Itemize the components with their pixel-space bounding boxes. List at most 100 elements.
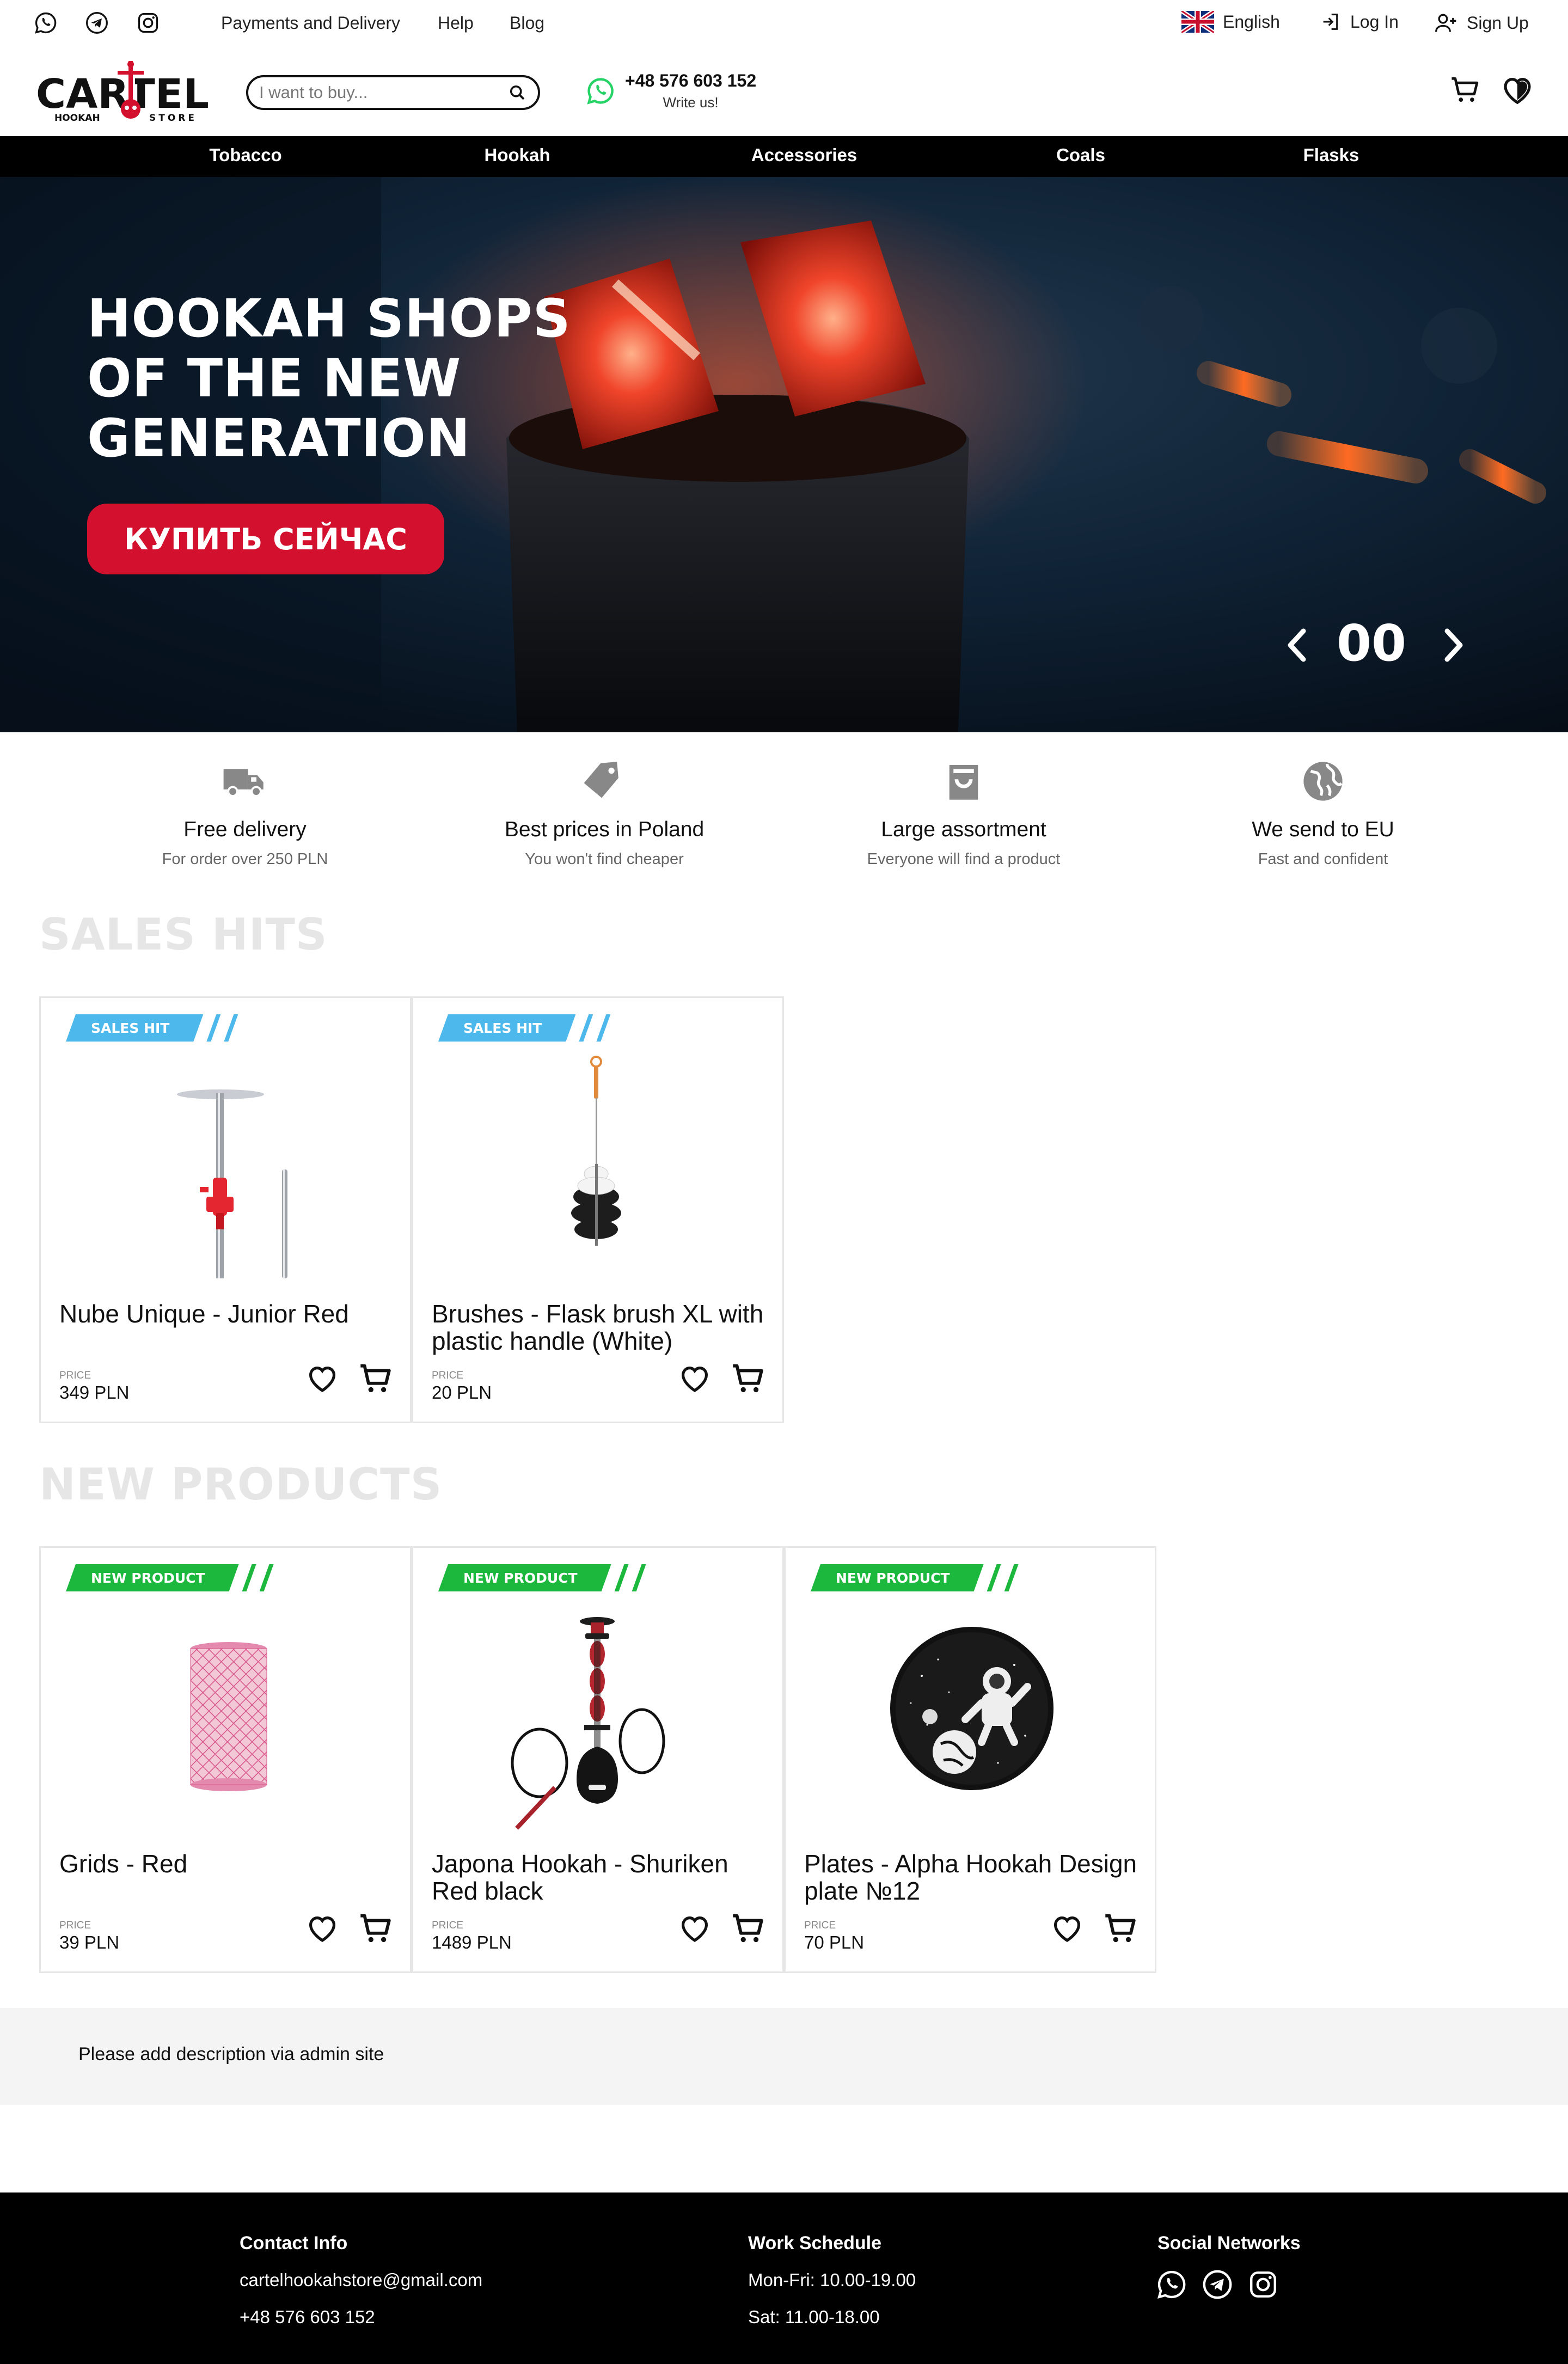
new-products-title: NEW PRODUCTS: [39, 1459, 443, 1510]
badge-stripe: [259, 1564, 274, 1591]
hero-title-line-1: HOOKAH SHOPS: [87, 288, 571, 349]
feature-title: Free delivery: [183, 818, 307, 841]
product-name[interactable]: Japona Hookah - Shuriken Red black: [432, 1850, 769, 1904]
add-to-cart-icon[interactable]: [729, 1359, 767, 1398]
main-nav: Tobacco Hookah Accessories Coals Flasks: [0, 136, 1568, 177]
price-tag-icon: [584, 762, 618, 798]
product-card[interactable]: SALES HIT Brushes - Flask brush XL with …: [412, 996, 784, 1423]
feature-subtitle: Everyone will find a product: [867, 850, 1061, 868]
badge-label: SALES HIT: [66, 1014, 203, 1042]
cart-icon[interactable]: [1448, 73, 1482, 107]
badge-stripe: [596, 1014, 611, 1042]
nav-item-accessories[interactable]: Accessories: [751, 145, 857, 166]
chevron-left-icon[interactable]: [1281, 623, 1313, 667]
nav-item-coals[interactable]: Coals: [1056, 145, 1105, 166]
new-product-badge: NEW PRODUCT: [438, 1564, 646, 1591]
add-to-cart-icon[interactable]: [357, 1359, 395, 1398]
add-to-favorites-heart-icon[interactable]: [305, 1912, 339, 1945]
whatsapp-icon[interactable]: [34, 11, 58, 35]
telegram-icon[interactable]: [1202, 2269, 1233, 2300]
favorites-heart-icon[interactable]: [1500, 73, 1534, 107]
login-label: Log In: [1350, 11, 1399, 32]
flask-brush-image: [571, 1056, 621, 1246]
product-name[interactable]: Brushes - Flask brush XL with plastic ha…: [432, 1300, 769, 1355]
add-to-favorites-heart-icon[interactable]: [1050, 1912, 1084, 1945]
uk-flag-icon: [1181, 11, 1214, 33]
product-card[interactable]: NEW PRODUCT Grids - Red PRICE 39 PLN: [39, 1546, 412, 1973]
product-name[interactable]: Nube Unique - Junior Red: [59, 1300, 397, 1327]
sales-hit-badge: SALES HIT: [66, 1014, 238, 1042]
link-payments-delivery[interactable]: Payments and Delivery: [221, 13, 400, 33]
add-to-cart-icon[interactable]: [1101, 1909, 1140, 1947]
search-icon[interactable]: [507, 83, 527, 102]
instagram-icon[interactable]: [1247, 2269, 1279, 2300]
sales-hits-title: SALES HITS: [39, 909, 328, 960]
badge-stripe: [206, 1014, 221, 1042]
language-label: English: [1223, 11, 1280, 32]
globe-icon: [1303, 762, 1343, 801]
product-name[interactable]: Plates - Alpha Hookah Design plate №12: [804, 1850, 1142, 1904]
header: CARTEL HOOKAH STORE +48 576 603 152 Writ…: [0, 49, 1568, 136]
product-price: 349 PLN: [59, 1382, 130, 1403]
mesh-grid-image: [190, 1642, 267, 1791]
contact-phone[interactable]: +48 576 603 152 Write us!: [586, 71, 756, 111]
product-card[interactable]: SALES HIT Nube Unique - Junior Red PRICE…: [39, 996, 412, 1423]
link-help[interactable]: Help: [438, 13, 474, 33]
add-to-cart-icon[interactable]: [357, 1909, 395, 1947]
product-name[interactable]: Grids - Red: [59, 1850, 397, 1877]
shopping-bag-icon: [949, 765, 978, 800]
product-card[interactable]: NEW PRODUCT Japona Hookah - Shuriken Red…: [412, 1546, 784, 1973]
price-label: PRICE: [432, 1370, 464, 1381]
footer-schedule-title: Work Schedule: [748, 2233, 881, 2253]
hero-title-line-2: OF THE NEW: [87, 348, 462, 409]
add-to-favorites-heart-icon[interactable]: [678, 1362, 712, 1395]
badge-stripe: [224, 1014, 238, 1042]
badge-stripe: [987, 1564, 1001, 1591]
footer-contact-title: Contact Info: [240, 2233, 348, 2253]
footer-email-link[interactable]: cartelhookahstore@gmail.com: [240, 2270, 482, 2290]
logo-hookah-text: HOOKAH: [54, 113, 100, 124]
add-to-cart-icon[interactable]: [729, 1909, 767, 1947]
truck-icon: [223, 769, 264, 797]
cartel-logo[interactable]: CARTEL HOOKAH STORE: [36, 60, 210, 125]
signup-label: Sign Up: [1467, 13, 1529, 33]
search-input[interactable]: [259, 83, 507, 102]
badge-stripe: [242, 1564, 256, 1591]
add-to-favorites-heart-icon[interactable]: [305, 1362, 339, 1395]
description-section: Please add description via admin site: [0, 2008, 1568, 2105]
signup-link[interactable]: Sign Up: [1434, 11, 1529, 35]
price-label: PRICE: [59, 1920, 91, 1931]
badge-label: NEW PRODUCT: [811, 1564, 984, 1591]
whatsapp-icon[interactable]: [1156, 2269, 1187, 2300]
footer-phone-link[interactable]: +48 576 603 152: [240, 2307, 375, 2328]
price-label: PRICE: [804, 1920, 836, 1931]
instagram-icon[interactable]: [136, 11, 160, 35]
login-link[interactable]: Log In: [1320, 11, 1399, 33]
nav-item-tobacco[interactable]: Tobacco: [209, 145, 281, 166]
add-user-icon: [1435, 14, 1456, 32]
feature-subtitle: Fast and confident: [1258, 850, 1388, 868]
product-card[interactable]: NEW PRODUCT Plates - Alpha Hookah Design…: [784, 1546, 1156, 1973]
logo-store-text: STORE: [149, 113, 197, 124]
hero-title: HOOKAH SHOPS OF THE NEW GENERATION: [87, 289, 686, 468]
language-selector[interactable]: English: [1181, 11, 1280, 33]
price-label: PRICE: [59, 1370, 91, 1381]
phone-number: +48 576 603 152: [625, 71, 757, 90]
product-price: 20 PLN: [432, 1382, 492, 1403]
price-label: PRICE: [432, 1920, 464, 1931]
nav-item-flasks[interactable]: Flasks: [1303, 145, 1359, 166]
badge-label: NEW PRODUCT: [438, 1564, 611, 1591]
feature-large-assortment: Large assortment Everyone will find a pr…: [800, 757, 1127, 868]
chevron-right-icon[interactable]: [1437, 623, 1470, 667]
telegram-icon[interactable]: [85, 11, 109, 35]
link-blog[interactable]: Blog: [510, 13, 544, 33]
nav-item-hookah[interactable]: Hookah: [484, 145, 550, 166]
footer-social-title: Social Networks: [1157, 2233, 1301, 2253]
phone-subtitle: Write us!: [663, 94, 719, 111]
slide-counter: 00: [1337, 614, 1407, 672]
sales-hit-badge: SALES HIT: [438, 1014, 611, 1042]
top-bar: Payments and Delivery Help Blog English …: [0, 0, 1568, 49]
buy-now-button[interactable]: КУПИТЬ СЕЙЧАС: [87, 504, 444, 574]
footer-schedule-saturday: Sat: 11.00-18.00: [748, 2307, 880, 2327]
add-to-favorites-heart-icon[interactable]: [678, 1912, 712, 1945]
